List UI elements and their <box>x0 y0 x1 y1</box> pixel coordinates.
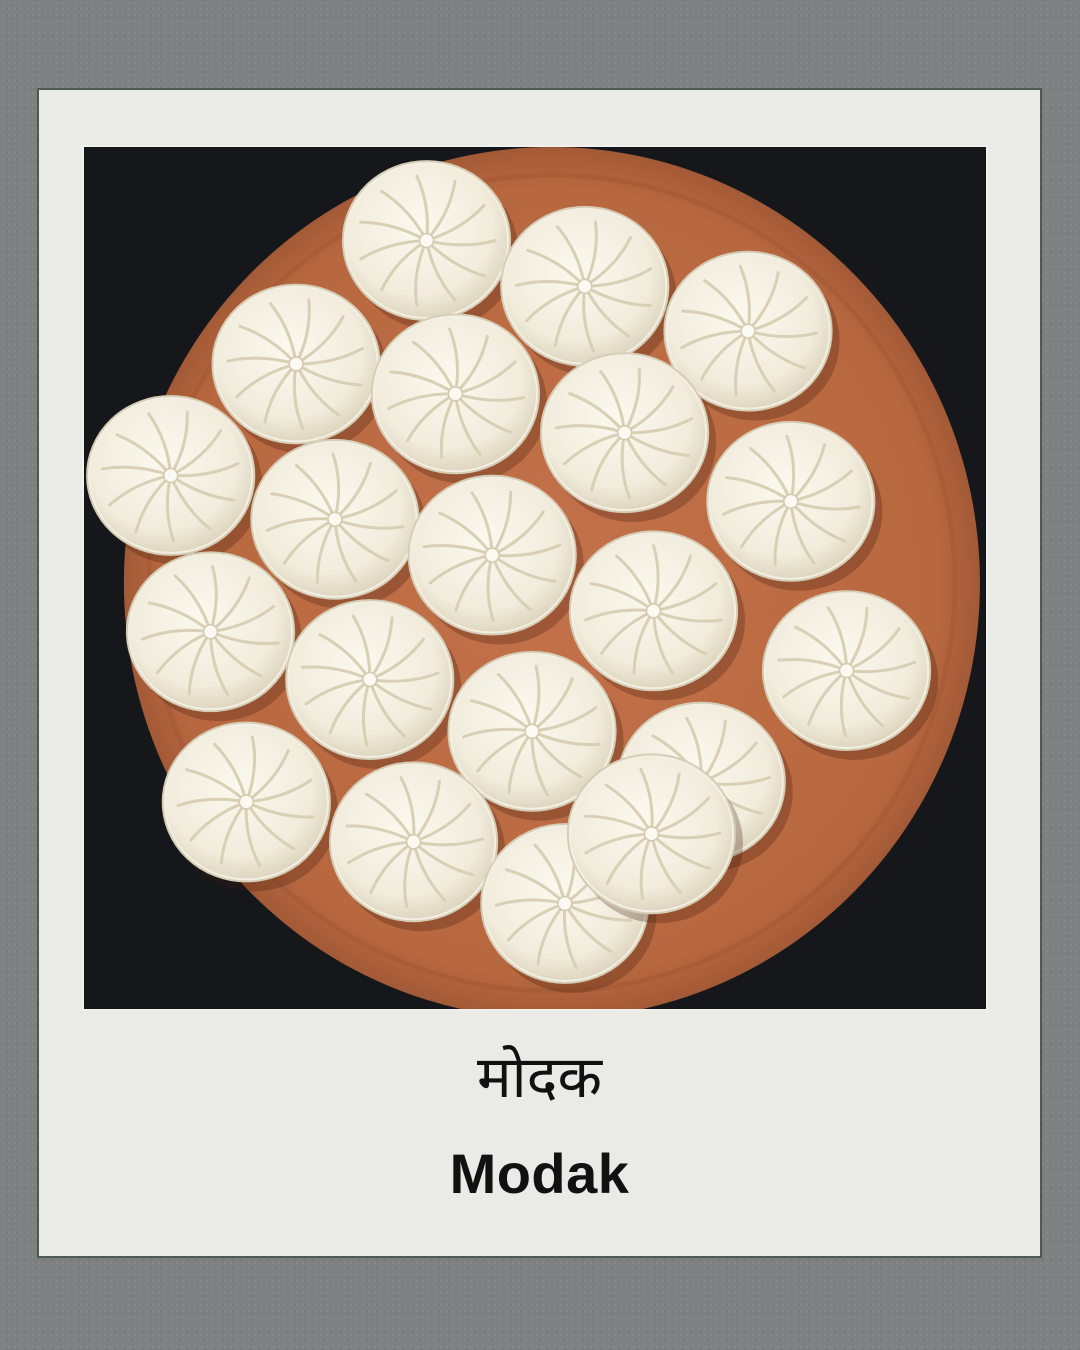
modak-plate-icon <box>84 147 986 1009</box>
photo-card-canvas: मोदक Modak <box>0 0 1080 1350</box>
modak-photo <box>82 145 988 1011</box>
polaroid-frame: मोदक Modak <box>37 88 1042 1258</box>
caption-hindi: मोदक <box>476 1043 603 1111</box>
caption-english: Modak <box>449 1142 630 1205</box>
